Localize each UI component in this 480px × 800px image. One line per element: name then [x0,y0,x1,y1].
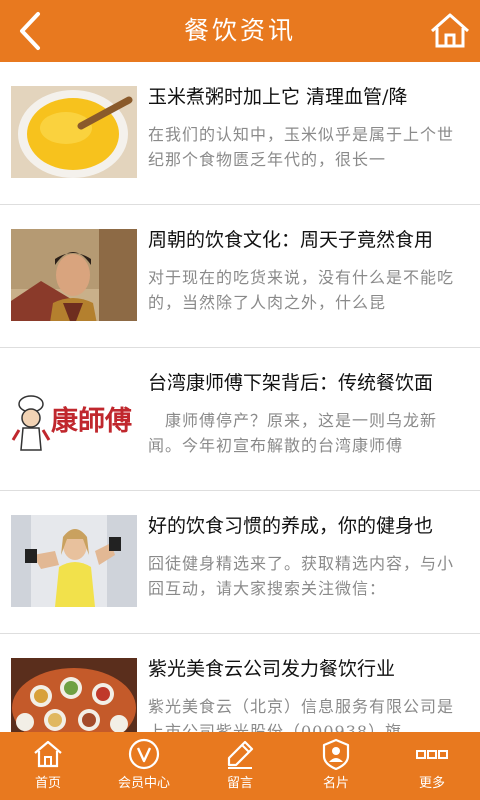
home-icon [34,740,62,768]
article-headline: 好的饮食习惯的养成，你的健身也 [148,515,434,537]
article-item[interactable]: 紫光美食云公司发力餐饮行业 紫光美食云（北京）信息服务有限公司是上市公司紫光股份… [0,634,480,732]
home-button[interactable] [428,10,472,52]
tab-business-card[interactable]: 名片 [288,732,384,800]
article-item[interactable]: 玉米煮粥时加上它 清理血管/降 在我们的认知中，玉米似乎是属于上个世纪那个食物匮… [0,62,480,205]
article-item[interactable]: 康師傅 台湾康师傅下架背后：传统餐饮面 康师傅停产？原来，这是一则乌龙新闻。今年… [0,348,480,491]
article-thumbnail-fitness [11,515,137,607]
article-summary: 在我们的认知中，玉米似乎是属于上个世纪那个食物匮乏年代的，很长一 [148,125,455,169]
page-title: 餐饮资讯 [183,16,296,45]
article-thumbnail-banquet [11,658,137,732]
article-item[interactable]: 好的饮食习惯的养成，你的健身也 囧徒健身精选来了。获取精选内容，与小囧互动，请大… [0,491,480,634]
tab-home[interactable]: 首页 [0,732,96,800]
article-thumbnail-kangshifu-logo: 康師傅 [11,372,137,464]
tab-label: 名片 [322,776,349,791]
article-headline: 台湾康师傅下架背后：传统餐饮面 [148,372,434,394]
article-item[interactable]: 周朝的饮食文化：周天子竟然食用 对于现在的吃货来说，没有什么是不能吃的，当然除了… [0,205,480,348]
more-icon [416,750,448,759]
tab-label: 首页 [34,776,61,791]
home-icon [431,13,469,48]
tab-more[interactable]: 更多 [384,732,480,800]
profile-card-icon [322,738,350,770]
article-summary: 康师傅停产？原来，这是一则乌龙新闻。今年初宣布解散的台湾康师傅 [148,411,438,455]
tab-message[interactable]: 留言 [192,732,288,800]
tab-label: 更多 [418,776,445,791]
member-v-icon [128,738,160,770]
bottom-tab-bar: 首页 会员中心 留言 名片 更多 [0,732,480,800]
tab-label: 留言 [226,776,253,791]
article-thumbnail-zhou-dynasty [11,229,137,321]
article-summary: 对于现在的吃货来说，没有什么是不能吃的，当然除了人肉之外，什么昆 [148,268,455,312]
tab-member-center[interactable]: 会员中心 [96,732,192,800]
article-headline: 玉米煮粥时加上它 清理血管/降 [148,86,408,108]
pen-icon [227,740,254,769]
article-headline: 紫光美食云公司发力餐饮行业 [148,658,396,680]
article-summary: 囧徒健身精选来了。获取精选内容，与小囧互动，请大家搜索关注微信： [148,554,455,598]
top-navigation-bar: 餐饮资讯 [0,0,480,62]
tab-label: 会员中心 [117,776,170,791]
article-summary: 紫光美食云（北京）信息服务有限公司是上市公司紫光股份（000938）旗 [148,697,455,732]
brand-logo-text: 康師傅 [51,405,132,437]
article-list: 玉米煮粥时加上它 清理血管/降 在我们的认知中，玉米似乎是属于上个世纪那个食物匮… [0,62,480,732]
article-headline: 周朝的饮食文化：周天子竟然食用 [148,229,434,251]
article-thumbnail-corn-porridge [11,86,137,178]
